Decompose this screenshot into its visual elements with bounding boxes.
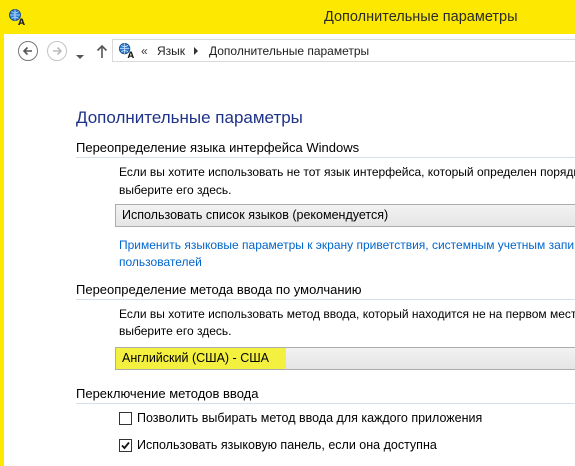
breadcrumb-chevron-right-icon[interactable] [193, 45, 199, 59]
apply-settings-link-cont[interactable]: пользователей [119, 253, 202, 271]
breadcrumb-item-language[interactable]: Язык [157, 44, 185, 58]
up-arrow-icon[interactable] [96, 43, 108, 59]
section-heading-switching: Переключение методов ввода [76, 386, 259, 401]
arrow-left-icon [22, 46, 32, 56]
breadcrumb-overflow[interactable]: « [141, 44, 148, 58]
section-heading-ui-language: Переопределение языка интерфейса Windows [76, 140, 360, 155]
divider [76, 157, 575, 158]
breadcrumb-item-advanced[interactable]: Дополнительные параметры [209, 44, 369, 58]
recent-locations-chevron-down-icon[interactable] [75, 48, 85, 59]
language-bar-checkbox[interactable] [119, 439, 132, 452]
page-title: Дополнительные параметры [76, 108, 303, 127]
divider [76, 403, 575, 404]
arrow-right-icon [53, 46, 63, 56]
language-globe-icon: A [8, 8, 26, 28]
input-method-description-cont: выберите его здесь. [119, 324, 232, 338]
ui-language-dropdown[interactable]: Использовать список языков (рекомендуетс… [115, 204, 575, 227]
svg-text:A: A [127, 51, 134, 59]
main-content: Дополнительные параметры Переопределение… [4, 67, 575, 466]
apply-settings-link[interactable]: Применить языковые параметры к экрану пр… [119, 236, 574, 254]
divider [76, 299, 575, 300]
svg-text:A: A [18, 18, 25, 26]
language-globe-icon: A [118, 42, 135, 61]
window-title: Дополнительные параметры [324, 9, 518, 25]
title-bar: A Дополнительные параметры [0, 0, 575, 34]
per-app-input-checkbox[interactable] [119, 412, 132, 425]
navigation-bar: A « Язык Дополнительные параметры [4, 34, 575, 67]
input-method-dropdown[interactable]: Английский (США) - США [115, 347, 575, 370]
checkmark-icon [121, 441, 130, 450]
section-heading-input-method: Переопределение метода ввода по умолчани… [76, 282, 362, 297]
back-button[interactable] [18, 41, 38, 61]
ui-language-description-cont: выберите его здесь. [119, 183, 232, 197]
ui-language-dropdown-value: Использовать список языков (рекомендуетс… [122, 208, 389, 222]
input-method-dropdown-value: Английский (США) - США [122, 351, 270, 365]
input-method-description: Если вы хотите использовать метод ввода,… [119, 307, 575, 321]
per-app-input-label[interactable]: Позволить выбирать метод ввода для каждо… [137, 411, 482, 425]
ui-language-description: Если вы хотите использовать не тот язык … [119, 165, 575, 179]
forward-button[interactable] [47, 41, 67, 61]
language-bar-label[interactable]: Использовать языковую панель, если она д… [137, 438, 437, 452]
address-bar[interactable]: A « Язык Дополнительные параметры [112, 39, 575, 62]
